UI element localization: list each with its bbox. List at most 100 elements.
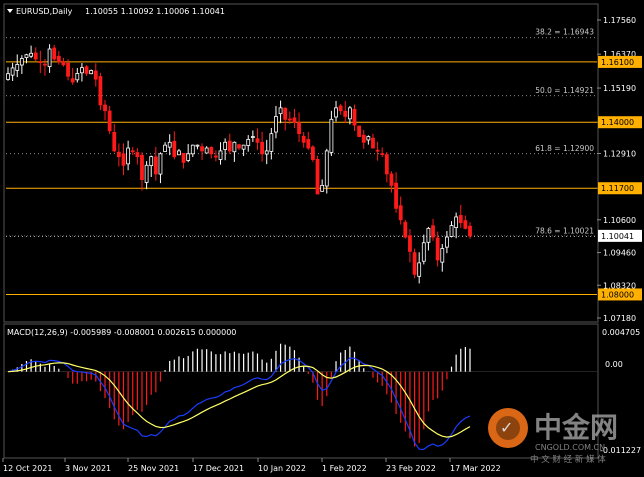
time-tick-label: 1 Feb 2022: [322, 464, 367, 473]
price-tick-label: 1.15190: [603, 84, 636, 93]
candle-body: [384, 154, 389, 175]
candle-body: [329, 118, 334, 153]
candle-body: [84, 66, 89, 74]
chart-header: EURUSD,Daily 1.10055 1.10092 1.10006 1.1…: [7, 7, 225, 16]
candle-body: [218, 150, 223, 160]
candle-body: [213, 155, 218, 158]
candle-body: [172, 140, 177, 158]
candle-body: [140, 154, 144, 181]
candle-body: [287, 118, 292, 121]
candle-body: [408, 235, 412, 252]
candle-body: [371, 137, 375, 149]
candle-body: [292, 117, 297, 123]
candle-body: [278, 107, 283, 115]
candle-body: [255, 138, 260, 143]
candle-body: [112, 131, 117, 152]
candle-body: [274, 116, 278, 133]
candle-body: [223, 141, 228, 150]
candle-body: [43, 63, 47, 66]
time-tick-label: 23 Feb 2022: [386, 464, 436, 473]
candle-body: [38, 61, 43, 64]
candle-body: [347, 107, 352, 120]
candle-body: [468, 225, 472, 237]
candle-body: [311, 146, 315, 160]
time-tick-label: 12 Oct 2021: [3, 464, 52, 473]
candle-body: [366, 136, 371, 141]
price-tick-label: 1.07180: [603, 314, 636, 323]
candle-body: [320, 184, 325, 192]
candle-body: [343, 110, 348, 117]
candle-body: [52, 47, 57, 60]
candle-body: [306, 139, 311, 149]
candle-body: [426, 228, 431, 243]
time-axis: 12 Oct 2021 3 Nov 2021 25 Nov 2021 17 Dec 2…: [2, 458, 501, 473]
candle-body: [177, 150, 181, 156]
candle-body: [24, 54, 29, 58]
current-price-label: 1.10041: [601, 232, 634, 241]
candle-body: [29, 52, 34, 57]
candle-body: [89, 70, 94, 75]
candle-body: [6, 73, 10, 80]
watermark-brand: 中金网: [534, 411, 618, 444]
candle-body: [334, 107, 338, 118]
candle-body: [204, 147, 209, 154]
candle-body: [297, 122, 301, 135]
candle-body: [403, 221, 408, 238]
candles: [6, 44, 472, 284]
time-tick-label: 17 Mar 2022: [450, 464, 501, 473]
time-tick-label: 10 Jan 2022: [258, 464, 306, 473]
candle-body: [246, 139, 251, 146]
candle-body: [149, 156, 154, 167]
candle-body: [237, 144, 241, 149]
candle-body: [421, 242, 426, 262]
candle-body: [375, 149, 380, 152]
fib-label: 78.6 = 1.10021: [535, 226, 594, 235]
chart-canvas[interactable]: 38.2 = 1.16943 50.0 = 1.14921 61.8 = 1.129…: [0, 0, 644, 477]
candle-body: [209, 146, 214, 155]
macd-axis-zero: 0.00: [605, 360, 623, 369]
candle-body: [454, 216, 459, 229]
candle-body: [75, 72, 80, 81]
candle-body: [463, 220, 468, 229]
candle-body: [47, 48, 52, 67]
candle-body: [135, 152, 140, 158]
ohlc-values: 1.10055 1.10092 1.10006 1.10041: [85, 7, 225, 16]
level-tag-label: 1.11700: [601, 184, 634, 193]
candle-body: [186, 153, 191, 161]
macd-label: MACD(12,26,9) -0.005989 -0.008001 0.0026…: [7, 328, 236, 337]
candle-body: [33, 52, 38, 60]
candle-body: [158, 153, 163, 175]
candle-body: [98, 76, 103, 106]
candle-body: [163, 144, 167, 152]
candle-body: [93, 70, 98, 80]
candle-body: [130, 150, 135, 153]
price-tick-label: 1.10600: [603, 216, 636, 225]
price-axis: 1.175601.163701.151901.140001.129101.117…: [597, 16, 642, 323]
watermark: ✓ 中金网 CNGOLD.COM.CN 中 文 财 经 新 媒 体: [488, 408, 618, 465]
candle-body: [66, 62, 70, 77]
dropdown-arrow-icon[interactable]: [7, 9, 13, 13]
fib-label: 38.2 = 1.16943: [535, 28, 594, 37]
candle-body: [232, 141, 237, 153]
price-tick-label: 1.12910: [603, 149, 636, 158]
level-tag-label: 1.08000: [601, 290, 634, 299]
fib-label: 50.0 = 1.14921: [535, 86, 594, 95]
candle-body: [435, 237, 440, 261]
candle-body: [444, 236, 449, 248]
candle-body: [324, 150, 329, 187]
candle-body: [153, 156, 158, 175]
candle-body: [389, 173, 394, 186]
candle-body: [361, 134, 366, 143]
candle-body: [227, 140, 232, 152]
fib-label: 61.8 = 1.12900: [535, 144, 594, 153]
candle-body: [283, 107, 288, 120]
candle-body: [144, 164, 149, 183]
watermark-tagline: 中 文 财 经 新 媒 体: [530, 454, 606, 465]
fib-levels: 38.2 = 1.16943 50.0 = 1.14921 61.8 = 1.129…: [6, 28, 597, 237]
candle-body: [107, 110, 112, 132]
candle-body: [121, 153, 126, 166]
price-panel-border: [3, 3, 599, 323]
horizontal-lines: [6, 61, 597, 295]
candle-body: [431, 225, 435, 238]
candle-body: [190, 144, 195, 155]
